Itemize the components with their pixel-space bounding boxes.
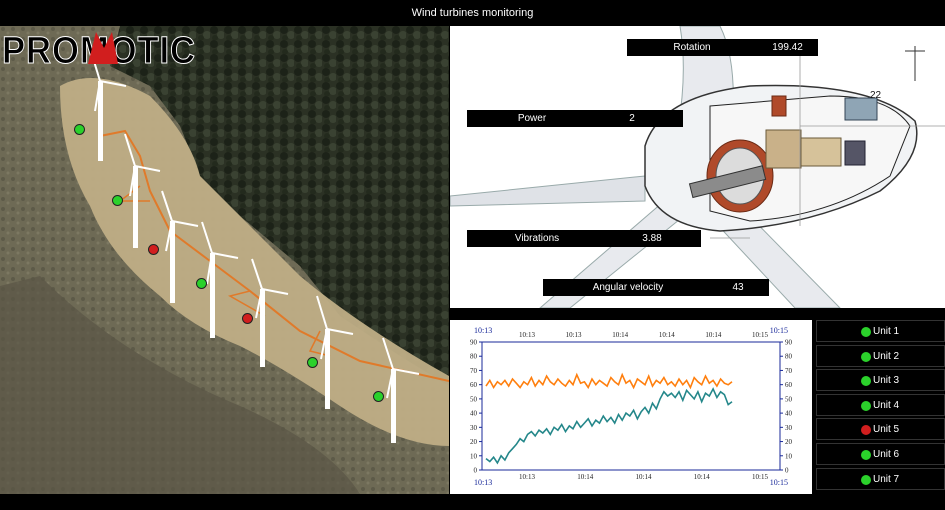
power-label: Power: [517, 113, 547, 124]
x-tick-label-top: 10:13: [566, 331, 582, 339]
x-tick-label-top: 10:15: [752, 331, 768, 339]
x-tick-label-top: 10:13: [519, 331, 535, 339]
wind-speed-label: 22: [870, 90, 882, 101]
map-marker-unit-4[interactable]: [196, 278, 207, 289]
status-led-icon: [861, 400, 871, 411]
status-led-icon: [861, 450, 871, 460]
status-led-icon: [861, 376, 871, 387]
y-tick-label-left: 20: [470, 438, 478, 446]
x-tick-label-bottom: 10:14: [636, 473, 652, 481]
y-tick-label-left: 50: [470, 395, 478, 403]
unit-name: Unit 3: [873, 375, 900, 387]
rotation-readout: Rotation 199.42: [627, 39, 818, 56]
promotic-logo: PROMOTIC: [2, 30, 196, 71]
y-tick-label-right: 40: [785, 410, 793, 418]
y-tick-label-left: 70: [470, 367, 478, 375]
y-tick-label-left: 90: [470, 339, 478, 347]
trend-chart: 0 0 10 10 20 20 30 30 40 40 50 50 60 60 70 70 80 80 90 90 10…: [470, 326, 793, 487]
unit-row-2[interactable]: Unit 2: [816, 344, 945, 367]
status-led-icon: [861, 351, 871, 362]
map-terrain: [0, 26, 449, 494]
power-readout: Power 2: [467, 110, 683, 127]
unit-name: Unit 1: [873, 326, 900, 337]
unit-name: Unit 4: [873, 399, 900, 411]
turbine-nacelle-diagram: 22: [450, 26, 945, 308]
unit-name: Unit 2: [873, 350, 900, 362]
map-marker-unit-1[interactable]: [74, 124, 85, 135]
y-tick-label-right: 90: [785, 339, 793, 347]
x-tick-label-bottom: 10:14: [577, 473, 593, 481]
power-value: 2: [629, 113, 635, 124]
status-led-icon: [861, 474, 871, 485]
y-tick-label-left: 0: [474, 467, 478, 475]
time-top-left: 10:13: [474, 326, 492, 335]
y-tick-label-right: 30: [785, 424, 793, 432]
unit-name: Unit 5: [873, 424, 900, 436]
rotation-label: Rotation: [673, 42, 711, 53]
map-marker-unit-5[interactable]: [242, 313, 253, 324]
y-tick-label-right: 0: [785, 467, 789, 475]
y-tick-label-right: 20: [785, 438, 793, 446]
x-tick-label-bottom: 10:15: [752, 473, 768, 481]
angular-velocity-value: 43: [732, 282, 744, 293]
y-tick-label-right: 50: [785, 395, 793, 403]
unit-row-6[interactable]: Unit 6: [816, 443, 945, 465]
unit-name: Unit 7: [873, 473, 900, 485]
turbine-schematic-panel: 22 Rotation 199.42 Power 2 Vibrations 3.…: [450, 26, 945, 308]
time-top-right: 10:15: [770, 326, 788, 335]
x-tick-label-bottom: 10:13: [519, 473, 535, 481]
x-tick-label-top: 10:14: [705, 331, 721, 339]
y-tick-label-left: 30: [470, 424, 478, 432]
unit-row-5[interactable]: Unit 5: [816, 418, 945, 441]
plot-area: [481, 341, 781, 471]
unit-row-7[interactable]: Unit 7: [816, 467, 945, 490]
y-tick-label-left: 10: [470, 452, 478, 460]
y-tick-label-right: 10: [785, 452, 793, 460]
map-marker-unit-3[interactable]: [148, 244, 159, 255]
status-led-icon: [861, 425, 871, 436]
map-marker-unit-6[interactable]: [307, 357, 318, 368]
unit-row-4[interactable]: Unit 4: [816, 393, 945, 416]
vibrations-readout: Vibrations 3.88: [467, 230, 701, 247]
x-tick-label-bottom: 10:14: [694, 473, 710, 481]
vibrations-label: Vibrations: [514, 233, 560, 244]
status-led-icon: [861, 327, 871, 337]
y-tick-label-left: 80: [470, 353, 478, 361]
map-marker-unit-2[interactable]: [112, 195, 123, 206]
y-tick-label-left: 40: [470, 410, 478, 418]
angular-velocity-label: Angular velocity: [592, 282, 664, 293]
vibrations-value: 3.88: [642, 233, 662, 244]
x-tick-label-top: 10:14: [612, 331, 628, 339]
unit-name: Unit 6: [873, 449, 900, 460]
wind-farm-map: PROMOTIC: [0, 26, 449, 494]
x-tick-label-top: 10:14: [659, 331, 675, 339]
y-tick-label-left: 60: [470, 381, 478, 389]
window-title: Wind turbines monitoring: [0, 0, 945, 26]
y-tick-label-right: 80: [785, 353, 793, 361]
unit-row-3[interactable]: Unit 3: [816, 369, 945, 392]
angular-velocity-readout: Angular velocity 43: [543, 279, 769, 296]
unit-row-1[interactable]: Unit 1: [816, 320, 945, 342]
chart-axes: [479, 341, 783, 471]
y-tick-label-right: 60: [785, 381, 793, 389]
time-bottom-left: 10:13: [474, 478, 492, 487]
y-tick-label-right: 70: [785, 367, 793, 375]
app-window: Wind turbines monitoring 22 Rotation 199…: [0, 0, 945, 510]
units-list: Unit 1 Unit 2 Unit 3 Unit 4 Unit 5 Unit 6 Unit…: [816, 320, 945, 494]
rotation-value: 199.42: [772, 42, 803, 53]
time-bottom-right: 10:15: [770, 478, 788, 487]
trend-chart-panel: 0 0 10 10 20 20 30 30 40 40 50 50 60 60 70 70 80 80 90 90 10…: [450, 320, 812, 494]
map-marker-unit-7[interactable]: [373, 391, 384, 402]
